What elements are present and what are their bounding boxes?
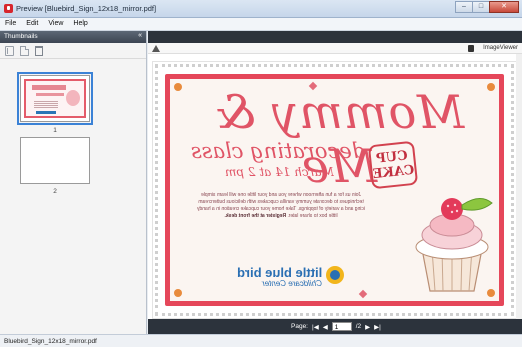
- thumbnail-number: 1: [53, 127, 57, 134]
- viewer-toolbar: ImageViewer: [148, 43, 522, 54]
- viewer-header-bar: [148, 31, 522, 43]
- cupcake-illustration: [415, 198, 493, 292]
- stamp-line-2: CAKE: [372, 162, 416, 183]
- menu-bar: File Edit View Help: [0, 18, 522, 31]
- thumbnails-panel: Thumbnails « 1 2: [0, 31, 147, 334]
- thumbnail-preview: [24, 79, 86, 118]
- close-button[interactable]: ✕: [489, 1, 519, 13]
- vertical-scrollbar[interactable]: [516, 54, 522, 319]
- status-bar: Bluebird_Sign_12x18_mirror.pdf: [0, 334, 522, 347]
- menu-help[interactable]: Help: [68, 18, 92, 30]
- thumbnail-page-1[interactable]: [17, 72, 93, 125]
- logo-subtitle: Childcare Center: [261, 279, 322, 288]
- first-page-button[interactable]: |◀: [312, 323, 319, 331]
- window-title: Preview [Bluebird_Sign_12x18_mirror.pdf]: [16, 4, 157, 13]
- thumbnail-page-2[interactable]: [20, 137, 90, 184]
- new-page-icon[interactable]: [20, 45, 29, 56]
- thumbnail-number: 2: [53, 188, 57, 195]
- heart-icon: [358, 289, 368, 299]
- document-page: Mommy & Me decorating class March 14 at …: [152, 61, 517, 319]
- image-viewer-label[interactable]: ImageViewer: [483, 45, 518, 51]
- previous-page-button[interactable]: ◀: [323, 323, 328, 331]
- last-page-button[interactable]: ▶|: [374, 323, 381, 331]
- menu-edit[interactable]: Edit: [21, 18, 43, 30]
- document-viewer: ImageViewer Mommy & Me decorating class …: [148, 31, 522, 334]
- collapse-panel-button[interactable]: «: [138, 32, 142, 39]
- logo-name: little blue bird: [236, 265, 322, 280]
- little-blue-bird-logo: little blue bird Childcare Center: [212, 265, 352, 291]
- trash-icon[interactable]: [35, 45, 43, 56]
- sign-body-copy: Join us for a fun afternoon where you an…: [194, 192, 368, 220]
- sign-subtitle: decorating class: [180, 139, 376, 163]
- thumbnails-header: Thumbnails «: [0, 31, 146, 43]
- sign-date: March 14 at 2 pm: [184, 165, 374, 179]
- status-filename: Bluebird_Sign_12x18_mirror.pdf: [4, 338, 97, 345]
- menu-view[interactable]: View: [43, 18, 68, 30]
- bird-logo-icon: [326, 266, 344, 284]
- page-label: Page:: [291, 323, 308, 330]
- page-number-input[interactable]: 1: [331, 322, 352, 331]
- acrobat-icon[interactable]: [152, 45, 160, 52]
- minimize-button[interactable]: –: [455, 1, 473, 13]
- sign-artwork: Mommy & Me decorating class March 14 at …: [165, 74, 504, 306]
- sign-subtitle-text: decorating class: [190, 139, 366, 163]
- orange-dot-icon: [174, 289, 182, 297]
- maximize-button[interactable]: □: [472, 1, 490, 13]
- next-page-button[interactable]: ▶: [365, 323, 370, 331]
- sign-register-text: Register at the front desk.: [224, 213, 287, 219]
- save-icon[interactable]: [5, 45, 14, 56]
- window-controls: – □ ✕: [455, 1, 519, 14]
- thumbnails-toolbar: [0, 43, 146, 59]
- thumbnails-header-label: Thumbnails: [4, 33, 38, 40]
- page-count: /2: [355, 323, 362, 330]
- app-icon: [4, 4, 13, 13]
- sign-date-text: March 14 at 2 pm: [224, 165, 334, 179]
- menu-file[interactable]: File: [0, 18, 21, 30]
- page-navigation-bar: Page: |◀ ◀ 1 /2 ▶ ▶|: [148, 319, 522, 334]
- title-bar: Preview [Bluebird_Sign_12x18_mirror.pdf]…: [0, 0, 522, 18]
- cupcake-stamp: CUP CAKE: [367, 140, 419, 190]
- image-viewer-icon[interactable]: [468, 45, 474, 52]
